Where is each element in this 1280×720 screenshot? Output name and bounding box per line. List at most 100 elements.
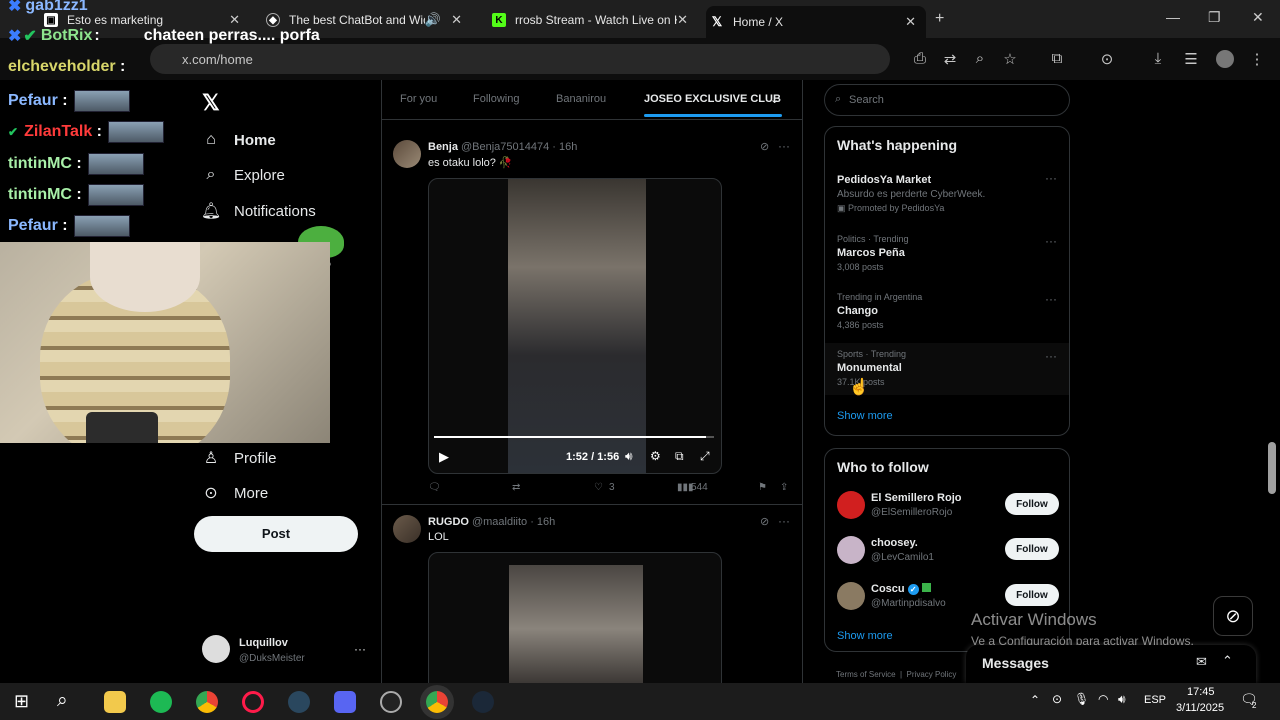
tweet[interactable]: Benja @Benja75014474 · 16h ⊘ ··· es otaku…	[382, 130, 802, 505]
file-explorer-icon[interactable]	[104, 691, 126, 713]
nav-profile[interactable]: ♙ Profile	[200, 447, 277, 469]
chrome-active-icon[interactable]	[426, 691, 448, 713]
zoom-icon[interactable]: ⌕	[971, 50, 989, 68]
url-field[interactable]: x.com/home	[150, 44, 890, 74]
chrome-icon[interactable]	[196, 691, 218, 713]
profile-avatar-icon[interactable]	[1216, 50, 1234, 68]
tab-search-icon[interactable]: ☰	[1182, 50, 1200, 68]
trend-item[interactable]: Politics · Trending Marcos Peña 3,008 po…	[837, 234, 1059, 272]
close-tab-icon[interactable]: ✕	[905, 14, 916, 30]
tab-following[interactable]: Following	[473, 93, 519, 105]
minimize-icon[interactable]: —	[1166, 9, 1180, 25]
reply-icon[interactable]: 🗨︎	[428, 482, 441, 493]
mic-icon[interactable]: 🎙︎	[1074, 692, 1089, 706]
tweet-video[interactable]: ▶ 1:52 / 1:56 🔊︎ ⚙ ⧉ ⤢	[428, 178, 722, 474]
speaker-icon[interactable]: 🔊︎	[1118, 692, 1126, 707]
trend-item[interactable]: Sports · Trending Monumental 37.1K posts…	[825, 343, 1069, 396]
trend-more-icon[interactable]: ···	[1045, 171, 1057, 185]
trend-item[interactable]: PedidosYa Market Absurdo es perderte Cyb…	[837, 171, 1059, 214]
tweet-avatar[interactable]	[393, 140, 421, 168]
media-icon[interactable]: ⊙	[1098, 50, 1116, 68]
tab-for-you[interactable]: For you	[400, 93, 437, 105]
tab-kick-stream[interactable]: K rrosb Stream - Watch Live on K ✕	[488, 6, 698, 34]
wifi-icon[interactable]: ◠	[1098, 692, 1108, 706]
taskbar-search-icon[interactable]: ⌕	[57, 690, 68, 712]
compose-message-icon[interactable]: ✉	[1196, 654, 1207, 670]
download-icon[interactable]: ⤓	[1149, 50, 1167, 68]
volume-icon[interactable]: 🔊︎	[625, 449, 633, 464]
trend-more-icon[interactable]: ···	[1045, 234, 1057, 248]
account-menu-icon[interactable]: ···	[354, 642, 366, 656]
follow-button[interactable]: Follow	[1005, 493, 1059, 515]
audio-icon[interactable]: 🔊	[425, 12, 441, 28]
window-close-icon[interactable]: ✕	[1252, 9, 1264, 26]
obs-icon[interactable]	[380, 691, 402, 713]
share-icon[interactable]: ⇪	[780, 482, 788, 493]
close-tab-icon[interactable]: ✕	[677, 12, 688, 28]
tweet-avatar[interactable]	[393, 515, 421, 543]
tab-bananirou[interactable]: Bananirou	[556, 93, 606, 105]
play-icon[interactable]: ▶	[439, 449, 449, 465]
nav-more[interactable]: ⊙ More	[200, 482, 268, 504]
tray-overflow-icon[interactable]: ⌃	[1030, 693, 1040, 707]
translate-icon[interactable]: ⇄	[941, 50, 959, 68]
terms-link[interactable]: Terms of Service	[836, 670, 896, 679]
opera-icon[interactable]	[242, 691, 264, 713]
pip-icon[interactable]: ⧉	[675, 449, 684, 464]
trend-item[interactable]: Trending in Argentina Chango 4,386 posts…	[837, 292, 1059, 330]
video-progress-track[interactable]	[434, 436, 714, 438]
fullscreen-icon[interactable]: ⤢	[700, 449, 710, 464]
browser-menu-icon[interactable]: ⋮	[1248, 50, 1266, 68]
nav-notifications[interactable]: 🔔︎ Notifications	[200, 200, 316, 222]
steam-icon-2[interactable]	[472, 691, 494, 713]
tweet[interactable]: RUGDO @maaldiito · 16h ⊘ ··· LOL	[382, 506, 802, 692]
privacy-link[interactable]: Privacy Policy	[907, 670, 957, 679]
search-input[interactable]: ⌕ Search	[824, 84, 1070, 116]
install-icon[interactable]: ⎙	[911, 50, 929, 68]
tweet-more-icon[interactable]: ···	[778, 514, 790, 528]
tab-joseo-club[interactable]: JOSEO EXCLUSIVE CLUB	[644, 93, 781, 105]
extensions-icon[interactable]: ⧉	[1048, 50, 1066, 68]
new-tab-icon[interactable]: +	[935, 10, 944, 28]
show-more-link[interactable]: Show more	[837, 410, 893, 422]
settings-icon[interactable]: ⚙	[650, 449, 661, 463]
grok-button-icon[interactable]: ⊘	[1213, 596, 1253, 636]
discord-icon[interactable]	[334, 691, 356, 713]
tweet-author[interactable]: Benja @Benja75014474 · 16h	[428, 141, 577, 153]
bookmark-icon[interactable]: ⚑	[758, 482, 767, 493]
trend-more-icon[interactable]: ···	[1045, 349, 1057, 363]
follow-suggestion[interactable]: El Semillero Rojo @ElSemilleroRojo Follo…	[837, 491, 1059, 521]
trend-more-icon[interactable]: ···	[1045, 292, 1057, 306]
nav-explore[interactable]: ⌕ Explore	[200, 164, 285, 186]
steam-icon[interactable]	[288, 691, 310, 713]
clock-time[interactable]: 17:45	[1187, 686, 1215, 698]
tab-home-x[interactable]: 𝕏 Home / X ✕	[706, 6, 926, 38]
tweet-more-icon[interactable]: ···	[778, 139, 790, 153]
follow-suggestion[interactable]: choosey. @LevCamilo1 Follow	[837, 536, 1059, 566]
nav-home[interactable]: ⌂ Home	[200, 129, 276, 151]
follow-button[interactable]: Follow	[1005, 538, 1059, 560]
retweet-icon[interactable]: ⇄	[512, 482, 520, 493]
grok-icon[interactable]: ⊘	[760, 140, 769, 153]
messages-drawer[interactable]: Messages ✉ ⌃	[966, 645, 1256, 683]
page-scrollbar[interactable]	[1268, 442, 1276, 494]
follow-suggestion[interactable]: Coscu ✓ @Martinpdisalvo Follow	[837, 582, 1059, 612]
show-more-link[interactable]: Show more	[837, 630, 893, 642]
restore-icon[interactable]: ❐	[1208, 9, 1221, 26]
x-logo-icon[interactable]: 𝕏	[202, 90, 220, 116]
grok-icon[interactable]: ⊘	[760, 515, 769, 528]
windows-start-icon[interactable]: ⊞	[14, 691, 29, 712]
chevron-down-icon[interactable]: ⌄	[770, 93, 779, 106]
close-tab-icon[interactable]: ✕	[451, 12, 462, 28]
spotify-icon[interactable]	[150, 691, 172, 713]
expand-icon[interactable]: ⌃	[1222, 653, 1233, 669]
language-indicator[interactable]: ESP	[1144, 694, 1166, 706]
tweet-author[interactable]: RUGDO @maaldiito · 16h	[428, 516, 555, 528]
like-icon[interactable]: ♡	[594, 482, 603, 493]
follow-button[interactable]: Follow	[1005, 584, 1059, 606]
tweet-video[interactable]	[428, 552, 722, 692]
meet-icon[interactable]: ⊙	[1052, 692, 1062, 706]
post-button[interactable]: Post	[194, 516, 358, 552]
clock-date[interactable]: 3/11/2025	[1176, 702, 1224, 714]
bookmark-star-icon[interactable]: ☆	[1001, 50, 1019, 68]
